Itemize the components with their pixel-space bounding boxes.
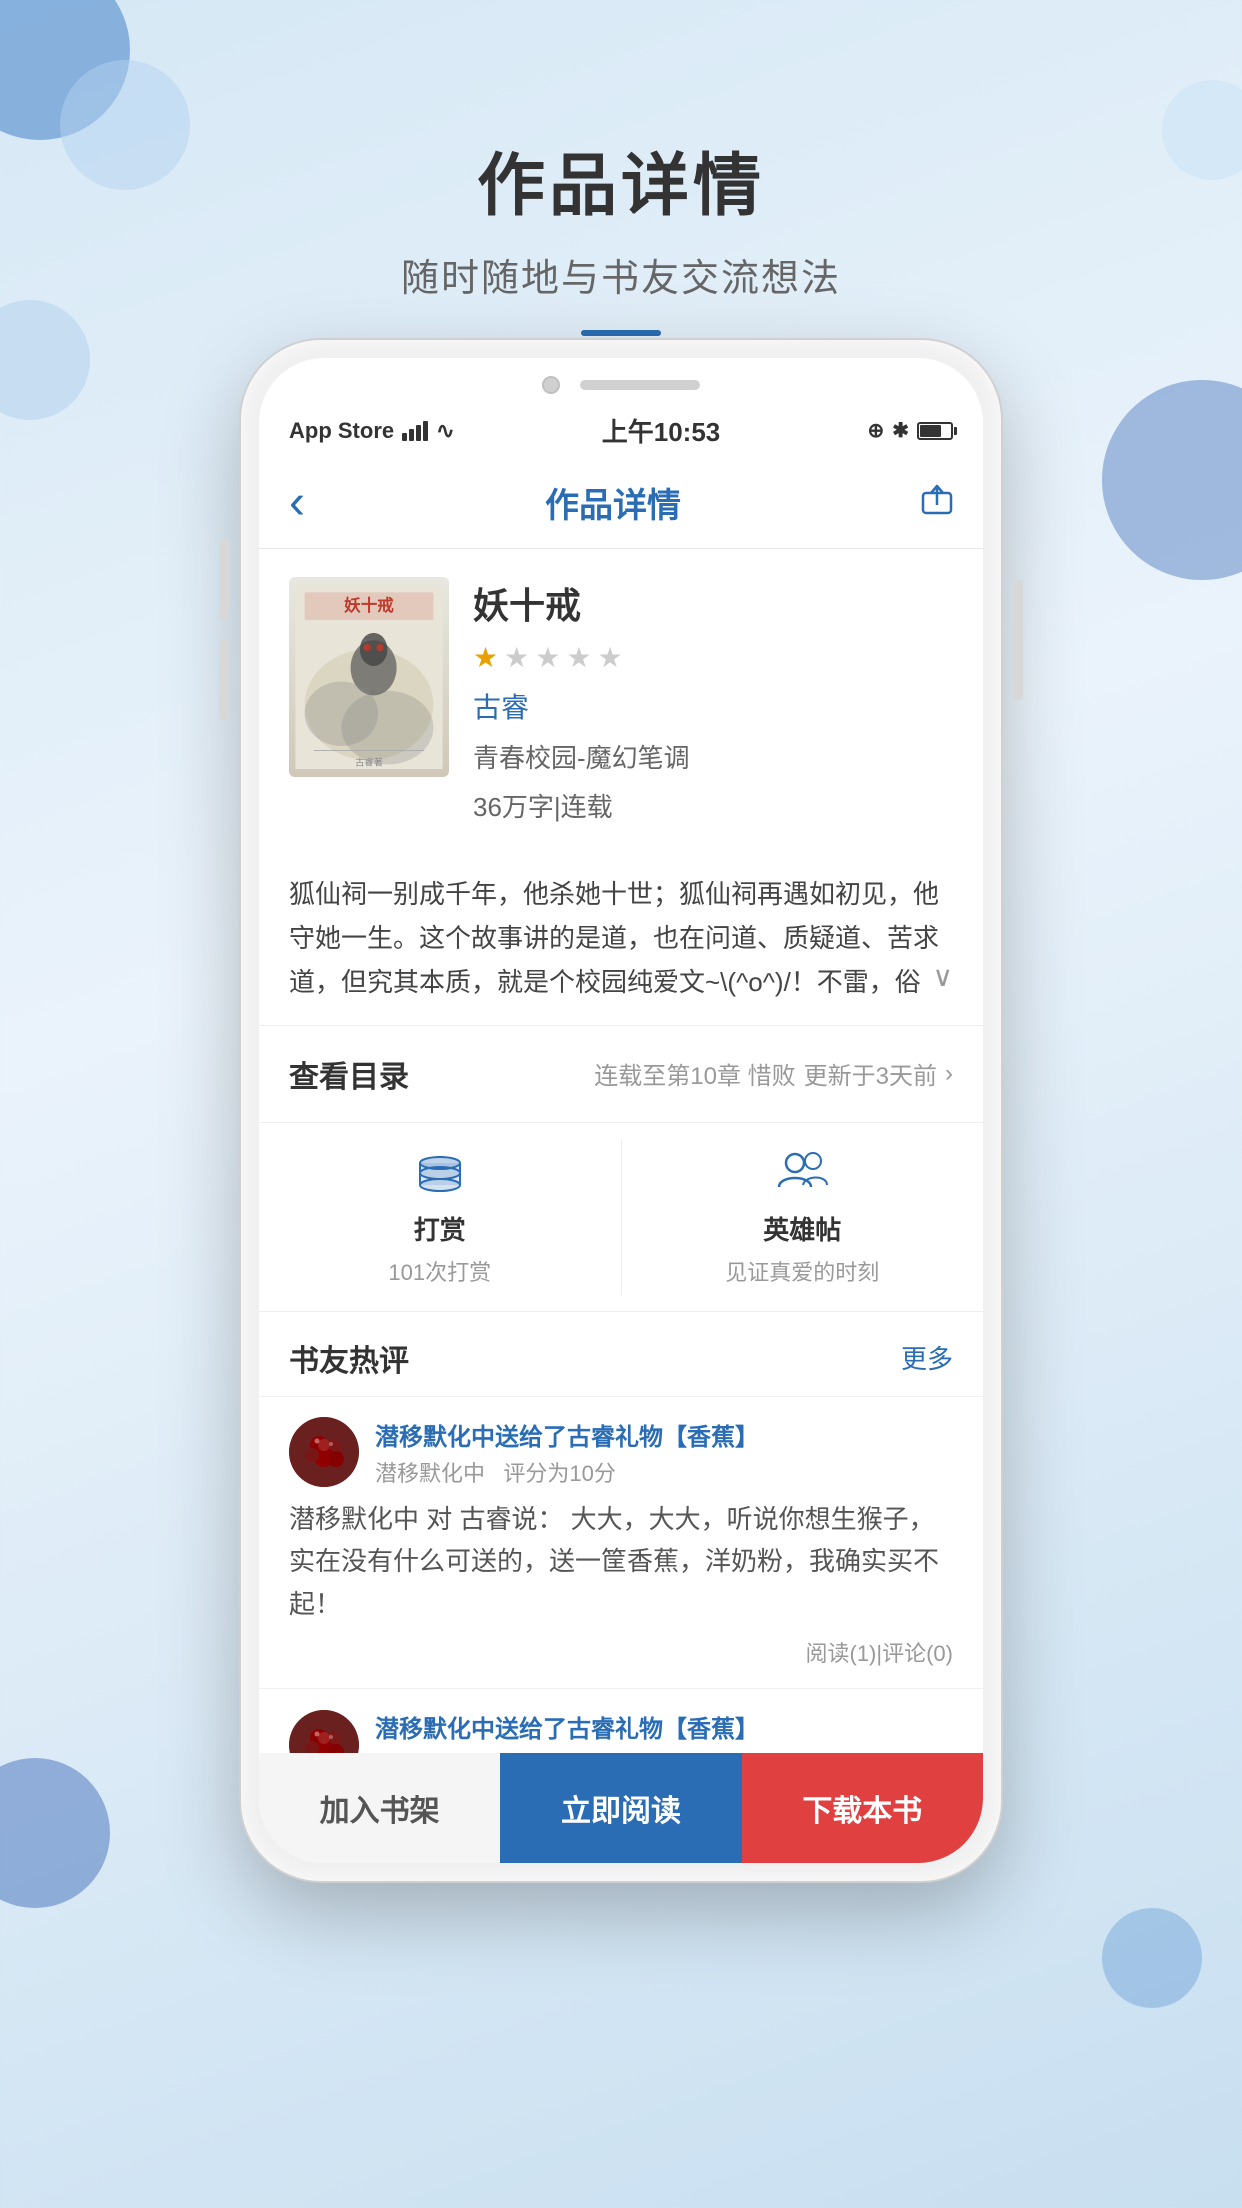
toc-label: 查看目录 — [289, 1052, 409, 1096]
star-2: ★ — [504, 641, 529, 674]
volume-down-button — [219, 640, 229, 720]
review-score-1: 评分为10分 — [503, 1461, 615, 1486]
reviews-title: 书友热评 — [289, 1336, 409, 1380]
review-read-count-1: 阅读(1)|评论(0) — [806, 1641, 954, 1666]
tip-count: 101次打赏 — [388, 1255, 491, 1287]
share-button[interactable] — [921, 483, 953, 523]
review-title-1[interactable]: 潜移默化中送给了古睿礼物【香蕉】 — [375, 1417, 953, 1452]
phone-speaker — [580, 380, 700, 390]
reviews-more-button[interactable]: 更多 — [901, 1339, 953, 1376]
battery-fill — [920, 425, 941, 437]
download-button[interactable]: 下载本书 — [742, 1753, 983, 1863]
phone-top-bar — [259, 358, 983, 404]
status-right: ⊕ ✱ — [867, 418, 953, 443]
review-body-1: 潜移默化中 对 古睿说： 大大，大大，听说你想生猴子，实在没有什么可送的，送一筐… — [289, 1498, 953, 1627]
toc-info: 连载至第10章 惜败 更新于3天前 › — [594, 1056, 953, 1091]
toc-bar[interactable]: 查看目录 连载至第10章 惜败 更新于3天前 › — [259, 1026, 983, 1123]
star-4: ★ — [566, 641, 591, 674]
hero-post-sub: 见证真爱的时刻 — [725, 1255, 879, 1287]
review-item-1: 潜移默化中送给了古睿礼物【香蕉】 潜移默化中 评分为10分 潜移默化中 对 古睿… — [259, 1396, 983, 1689]
phone-mockup: App Store ∿ 上午10:53 ⊕ ✱ — [241, 340, 1001, 1881]
hero-post-icon — [775, 1147, 830, 1202]
phone-inner: App Store ∿ 上午10:53 ⊕ ✱ — [259, 358, 983, 1863]
book-meta: 妖十戒 ★ ★ ★ ★ ★ 古睿 青春校园-魔幻笔调 36万字|连载 — [473, 577, 953, 824]
review-user-info-1: 潜移默化中 评分为10分 — [375, 1461, 616, 1486]
signal-bar-4 — [423, 421, 428, 441]
page-header: 作品详情 随时随地与书友交流想法 — [0, 0, 1242, 336]
toc-arrow-icon: › — [945, 1060, 953, 1088]
status-left: App Store ∿ — [289, 418, 455, 444]
status-time: 上午10:53 — [602, 412, 721, 449]
hero-post-action[interactable]: 英雄帖 见证真爱的时刻 — [622, 1123, 984, 1311]
signal-bar-2 — [409, 429, 414, 441]
signal-bars — [402, 421, 428, 441]
svg-text:古睿著: 古睿著 — [355, 756, 383, 767]
front-camera — [542, 376, 560, 394]
page-subtitle: 随时随地与书友交流想法 — [0, 247, 1242, 302]
book-description: 狐仙祠一别成千年，他杀她十世；狐仙祠再遇如初见，他守她一生。这个故事讲的是道，也… — [259, 852, 983, 1026]
svg-text:妖十戒: 妖十戒 — [344, 595, 394, 615]
phone-outer: App Store ∿ 上午10:53 ⊕ ✱ — [241, 340, 1001, 1881]
signal-bar-3 — [416, 425, 421, 441]
read-now-button[interactable]: 立即阅读 — [500, 1753, 741, 1863]
review-avatar-1 — [289, 1417, 359, 1487]
star-5: ★ — [597, 641, 622, 674]
nav-bar: ‹ 作品详情 — [259, 457, 983, 549]
star-rating: ★ ★ ★ ★ ★ — [473, 641, 953, 674]
review-footer-1: 阅读(1)|评论(0) — [289, 1636, 953, 1668]
nav-title: 作品详情 — [545, 478, 681, 527]
battery-icon — [917, 422, 953, 440]
book-cover-art: 妖十戒 — [289, 577, 449, 777]
volume-up-button — [219, 540, 229, 620]
location-icon: ⊕ — [867, 418, 884, 443]
bluetooth-icon: ✱ — [892, 418, 909, 443]
book-author: 古睿 — [473, 686, 953, 726]
bg-decoration-5 — [1102, 380, 1242, 580]
book-genre: 青春校园-魔幻笔调 — [473, 738, 953, 775]
review-meta-1: 潜移默化中送给了古睿礼物【香蕉】 潜移默化中 评分为10分 — [375, 1417, 953, 1488]
tip-action[interactable]: 打赏 101次打赏 — [259, 1123, 621, 1311]
star-1: ★ — [473, 641, 498, 674]
book-title: 妖十戒 — [473, 577, 953, 629]
content-area: 妖十戒 — [259, 549, 983, 1863]
hero-post-label: 英雄帖 — [763, 1210, 841, 1247]
status-bar: App Store ∿ 上午10:53 ⊕ ✱ — [259, 404, 983, 457]
review-header-1: 潜移默化中送给了古睿礼物【香蕉】 潜移默化中 评分为10分 — [289, 1417, 953, 1488]
tip-label: 打赏 — [414, 1210, 466, 1247]
book-cover: 妖十戒 — [289, 577, 449, 777]
toc-updated: 更新于3天前 — [804, 1056, 937, 1091]
bg-decoration-6 — [0, 1758, 110, 1908]
signal-bar-1 — [402, 433, 407, 441]
tip-icon — [415, 1147, 465, 1202]
star-3: ★ — [535, 641, 560, 674]
reviews-header: 书友热评 更多 — [259, 1312, 983, 1396]
book-info-section: 妖十戒 — [259, 549, 983, 852]
bottom-bar: 加入书架 立即阅读 下载本书 — [259, 1753, 983, 1863]
add-to-shelf-button[interactable]: 加入书架 — [259, 1753, 500, 1863]
book-word-count: 36万字|连载 — [473, 787, 953, 824]
wifi-icon: ∿ — [436, 418, 454, 444]
expand-icon[interactable]: ∨ — [933, 953, 954, 1001]
power-button — [1013, 580, 1023, 700]
toc-chapter: 连载至第10章 惜败 — [594, 1056, 795, 1091]
title-divider — [581, 330, 661, 336]
review-title-2[interactable]: 潜移默化中送给了古睿礼物【香蕉】 — [375, 1709, 953, 1744]
action-row: 打赏 101次打赏 — [259, 1123, 983, 1312]
back-button[interactable]: ‹ — [289, 475, 305, 530]
review-user-1: 潜移默化中 — [375, 1461, 485, 1486]
carrier-label: App Store — [289, 418, 394, 444]
page-title: 作品详情 — [0, 130, 1242, 229]
description-text: 狐仙祠一别成千年，他杀她十世；狐仙祠再遇如初见，他守她一生。这个故事讲的是道，也… — [289, 879, 939, 997]
bg-decoration-7 — [1102, 1908, 1202, 2008]
